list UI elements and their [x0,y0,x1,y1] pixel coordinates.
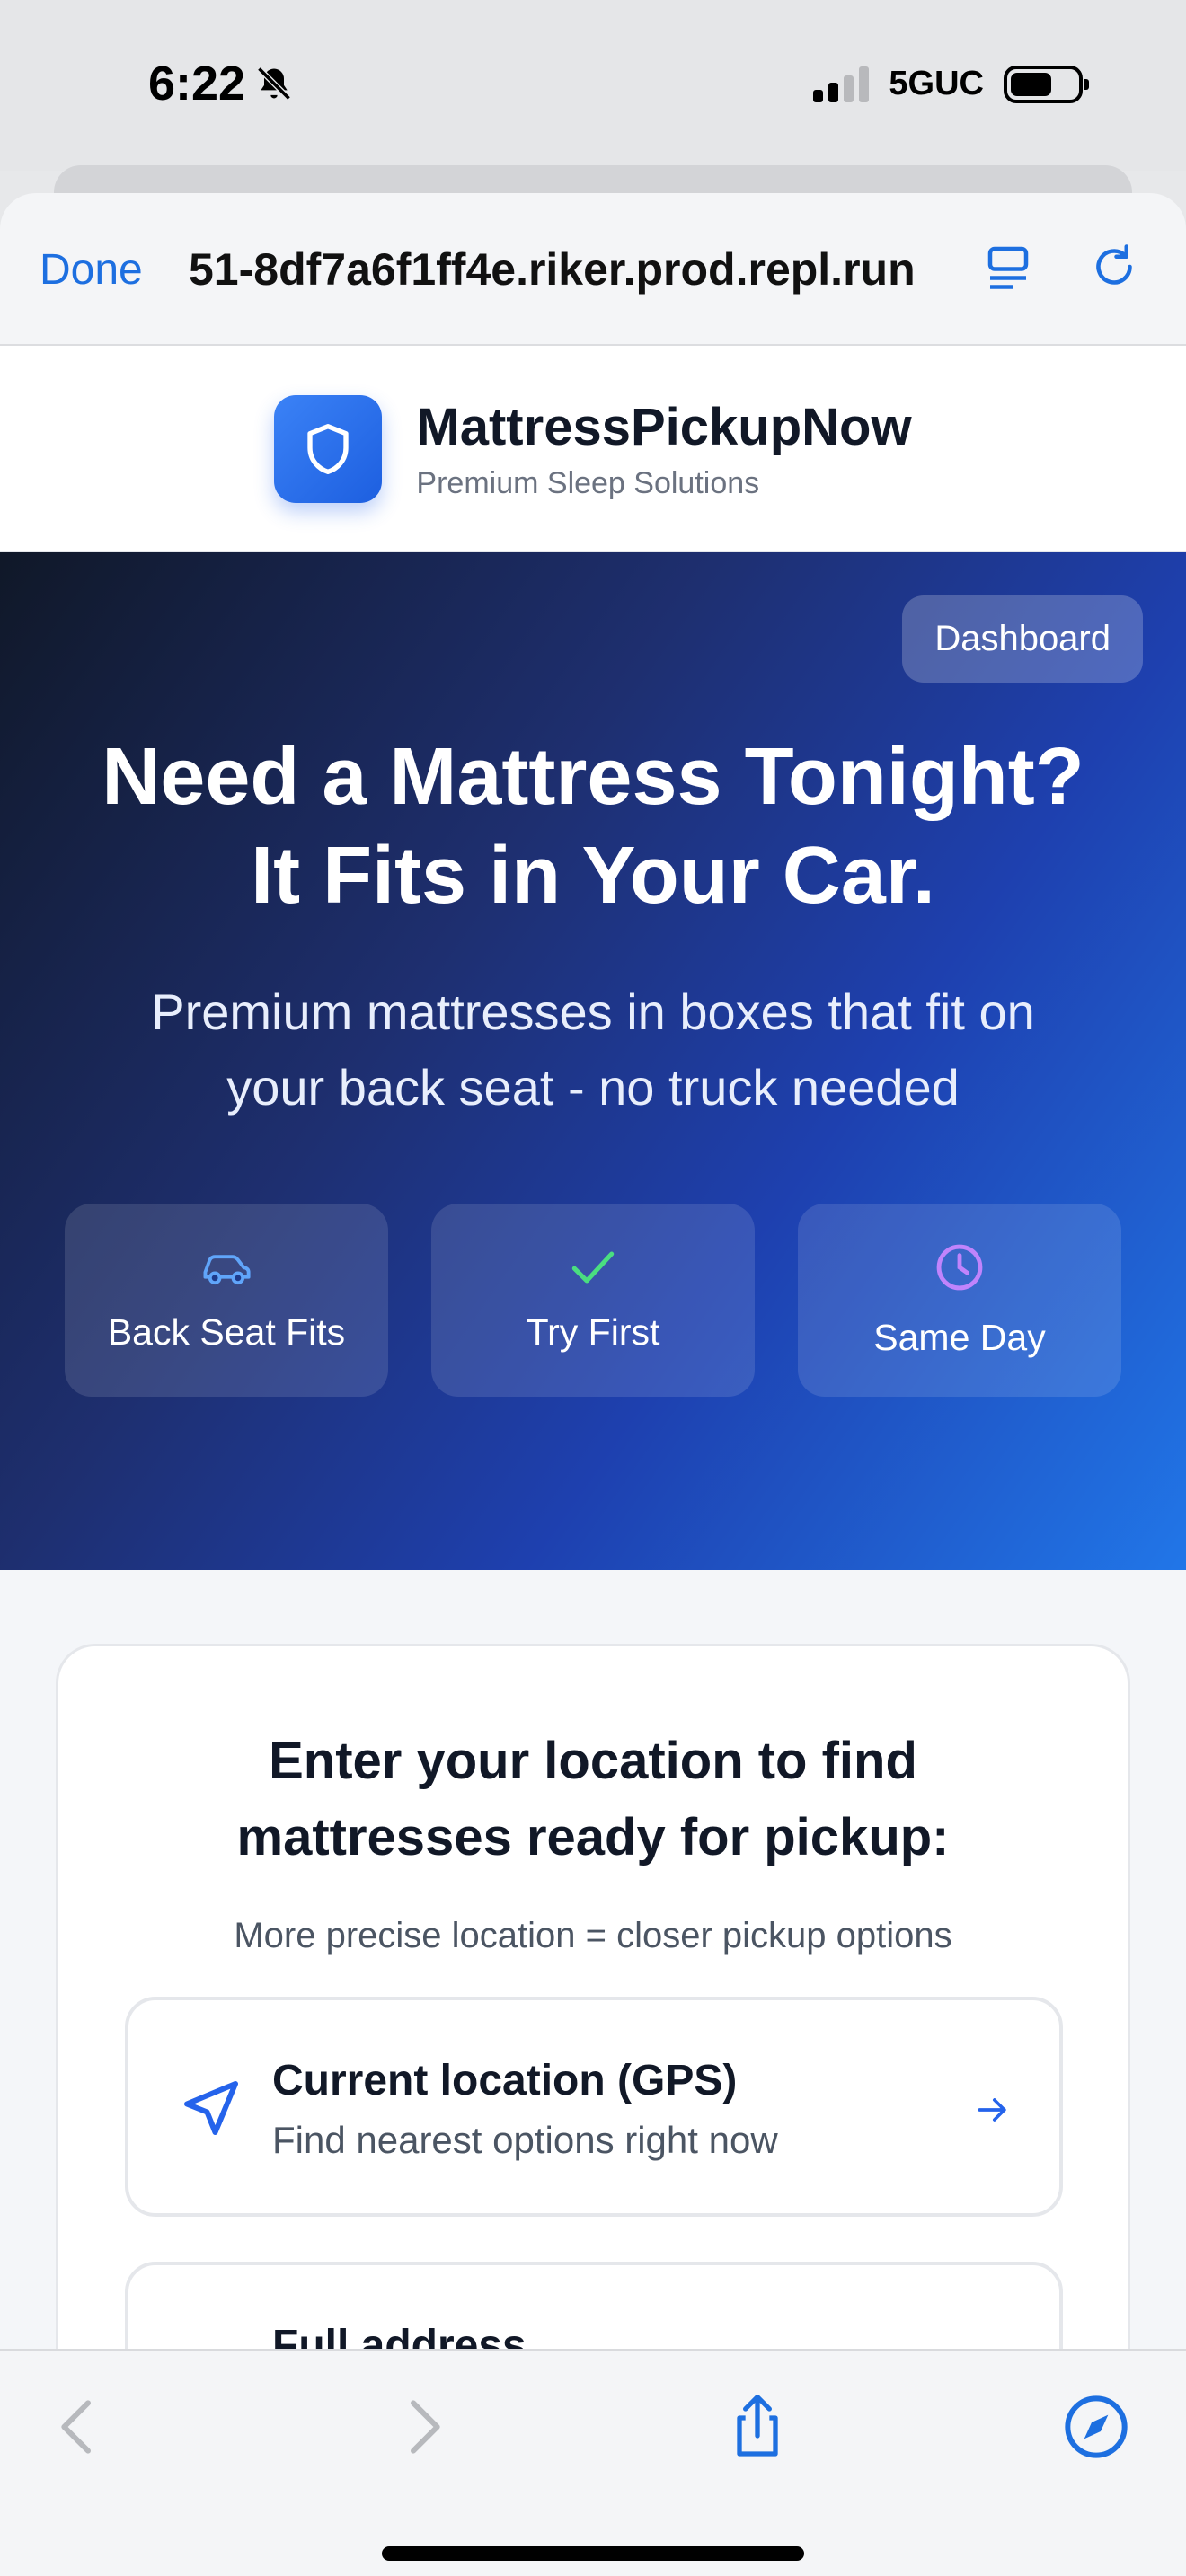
car-icon [203,1255,251,1285]
arrow-right-icon [978,2098,1006,2122]
share-icon[interactable] [721,2391,793,2463]
feature-card-try-first: Try First [431,1204,755,1397]
feature-label: Same Day [873,1317,1046,1358]
browser-top-bar: Done 51-8df7a6f1ff4e.riker.prod.repl.run [0,193,1186,346]
status-bar: 6:22 5GUC [0,0,1186,171]
hero-section: Dashboard Need a Mattress Tonight? It Fi… [0,552,1186,1570]
navigation-arrow-icon [184,2081,238,2135]
clock-icon [936,1244,983,1291]
back-chevron-icon[interactable] [43,2391,115,2463]
reload-icon[interactable] [1087,240,1141,294]
location-title: Enter your location to find mattresses r… [58,1723,1128,1875]
option-title: Current location (GPS) [272,2057,738,2104]
hero-title-line-2: It Fits in Your Car. [251,831,935,921]
hero-subtitle: Premium mattresses in boxes that fit on … [54,975,1132,1125]
bell-slash-icon [257,66,291,101]
home-indicator [382,2546,804,2561]
hero-subtitle-line-1: Premium mattresses in boxes that fit on [151,984,1035,1040]
feature-label: Try First [526,1311,660,1353]
location-title-line-1: Enter your location to find [269,1732,917,1790]
feature-card-same-day: Same Day [798,1204,1121,1397]
location-hint: More precise location = closer pickup op… [234,1916,952,1955]
option-title: Full address [272,2322,527,2349]
hero-subtitle-line-2: your back seat - no truck needed [226,1059,960,1116]
feature-list: Back Seat Fits Try First Same Day [65,1204,1121,1397]
status-time: 6:22 [148,56,294,111]
gps-location-option[interactable]: Current location (GPS) Find nearest opti… [125,1997,1063,2217]
network-label: 5GUC [889,65,984,102]
reader-view-icon[interactable] [981,240,1035,294]
url-field[interactable]: 51-8df7a6f1ff4e.riker.prod.repl.run [189,243,943,296]
location-card: Enter your location to find mattresses r… [56,1644,1130,2349]
site-header: MattressPickupNow Premium Sleep Solution… [0,346,1186,552]
browser-bottom-toolbar [0,2349,1186,2576]
done-button[interactable]: Done [40,245,143,295]
clock-text: 6:22 [148,57,246,110]
brand-name: MattressPickupNow [416,397,912,456]
feature-card-back-seat: Back Seat Fits [65,1204,388,1397]
hero-title: Need a Mattress Tonight? It Fits in Your… [0,728,1186,925]
battery-icon [1004,65,1089,103]
brand-block: MattressPickupNow Premium Sleep Solution… [416,397,911,501]
compass-icon[interactable] [1060,2391,1132,2463]
feature-label: Back Seat Fits [107,1311,346,1353]
hero-title-line-1: Need a Mattress Tonight? [102,732,1084,822]
shield-icon [307,423,350,474]
signal-icon [813,66,870,102]
check-icon [571,1251,615,1284]
brand-tagline: Premium Sleep Solutions [416,465,760,500]
full-address-option[interactable]: Full address [125,2262,1063,2349]
dashboard-button[interactable]: Dashboard [902,595,1143,683]
forward-chevron-icon[interactable] [386,2391,458,2463]
location-title-line-2: mattresses ready for pickup: [236,1808,950,1866]
web-page: MattressPickupNow Premium Sleep Solution… [0,346,1186,2349]
option-subtitle: Find nearest options right now [272,2119,778,2161]
status-indicators: 5GUC [813,65,1089,103]
logo[interactable] [274,394,383,503]
